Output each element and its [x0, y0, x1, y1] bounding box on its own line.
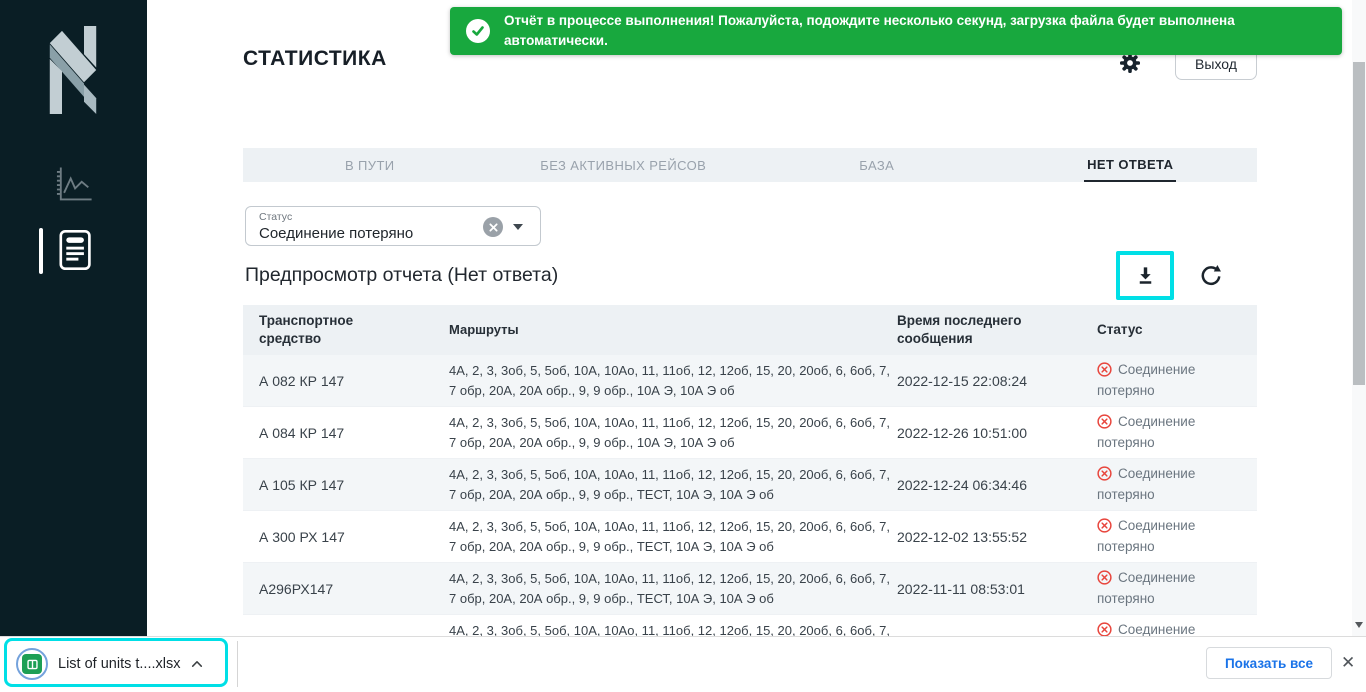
excel-file-icon: [22, 654, 42, 674]
routes-list: 4А, 2, 3, 3об, 5, 5об, 10А, 10Ао, 11, 11…: [449, 571, 890, 606]
chevron-up-icon[interactable]: [191, 660, 203, 668]
vehicle-id: А 300 РХ 147: [259, 528, 345, 545]
download-shelf: List of units t....xlsx Показать все ✕: [0, 636, 1366, 692]
downloaded-file-name: List of units t....xlsx: [58, 656, 181, 672]
divider: [237, 641, 238, 687]
sidebar: [0, 0, 147, 636]
vehicle-id: А 105 КР 147: [259, 476, 345, 493]
col-vehicle: Транспортное средство: [259, 312, 354, 346]
statistics-chart-icon[interactable]: [52, 162, 96, 206]
toast-notification: Отчёт в процессе выполнения! Пожалуйста,…: [450, 7, 1342, 55]
vertical-scrollbar[interactable]: [1352, 0, 1366, 636]
table-header-row: Транспортное средство Маршруты Время пос…: [243, 305, 1257, 355]
connection-lost-icon: [1097, 466, 1112, 481]
downloaded-file-item[interactable]: List of units t....xlsx: [16, 645, 203, 683]
table-row[interactable]: А 084 КР 147 4А, 2, 3, 3об, 5, 5об, 10А,…: [243, 407, 1257, 459]
tab-in-transit[interactable]: В ПУТИ: [243, 148, 497, 182]
routes-list: 4А, 2, 3, 3об, 5, 5об, 10А, 10Ао, 11, 11…: [449, 415, 890, 450]
table-row[interactable]: А 105 КР 147 4А, 2, 3, 3об, 5, 5об, 10А,…: [243, 459, 1257, 511]
page-title: СТАТИСТИКА: [243, 47, 387, 70]
download-progress-ring: [16, 648, 48, 680]
last-message-time: 2022-12-26 10:51:00: [897, 424, 1027, 441]
routes-list: 4А, 2, 3, 3об, 5, 5об, 10А, 10Ао, 11, 11…: [449, 363, 890, 398]
app-logo: [49, 26, 97, 114]
vehicle-id: А 084 КР 147: [259, 424, 345, 441]
status-filter-label: Статус: [259, 211, 293, 223]
tab-no-active-trips[interactable]: БЕЗ АКТИВНЫХ РЕЙСОВ: [497, 148, 751, 182]
routes-list: 4А, 2, 3, 3об, 5, 5об, 10А, 10Ао, 11, 11…: [449, 467, 890, 502]
tab-bar: В ПУТИ БЕЗ АКТИВНЫХ РЕЙСОВ БАЗА НЕТ ОТВЕ…: [243, 148, 1257, 182]
chevron-down-icon[interactable]: [513, 224, 523, 230]
table-row[interactable]: А 300 РХ 147 4А, 2, 3, 3об, 5, 5об, 10А,…: [243, 511, 1257, 563]
refresh-icon[interactable]: [1198, 263, 1224, 289]
download-report-highlight-box: [1116, 251, 1174, 300]
col-status: Статус: [1097, 321, 1143, 337]
routes-list: 4А, 2, 3, 3об, 5, 5об, 10А, 10Ао, 11, 11…: [449, 623, 890, 636]
success-check-icon: [466, 19, 490, 43]
reports-icon[interactable]: [52, 228, 96, 272]
col-last-message-time: Время последнего сообщения: [897, 312, 1022, 346]
last-message-time: 2022-12-15 22:08:24: [897, 372, 1027, 389]
scrollbar-thumb[interactable]: [1353, 62, 1365, 385]
tab-base[interactable]: БАЗА: [750, 148, 1004, 182]
vehicle-id: А 082 КР 147: [259, 372, 345, 389]
vehicle-id: А296РХ147: [259, 580, 334, 597]
main-content: Отчёт в процессе выполнения! Пожалуйста,…: [147, 0, 1352, 636]
connection-lost-icon: [1097, 518, 1112, 533]
report-preview-table: Транспортное средство Маршруты Время пос…: [243, 305, 1257, 636]
table-row[interactable]: 4А, 2, 3, 3об, 5, 5об, 10А, 10Ао, 11, 11…: [243, 615, 1257, 636]
close-shelf-icon[interactable]: ✕: [1341, 653, 1355, 673]
col-routes: Маршруты: [449, 322, 519, 338]
download-report-icon[interactable]: [1134, 264, 1157, 287]
clear-filter-icon[interactable]: [483, 217, 503, 237]
status-filter-value: Соединение потеряно: [259, 225, 414, 242]
routes-list: 4А, 2, 3, 3об, 5, 5об, 10А, 10Ао, 11, 11…: [449, 519, 890, 554]
table-row[interactable]: А 082 КР 147 4А, 2, 3, 3об, 5, 5об, 10А,…: [243, 355, 1257, 407]
table-row[interactable]: А296РХ147 4А, 2, 3, 3об, 5, 5об, 10А, 10…: [243, 563, 1257, 615]
connection-lost-icon: [1097, 622, 1112, 636]
last-message-time: 2022-12-24 06:34:46: [897, 476, 1027, 493]
scrollbar-down-arrow-icon[interactable]: [1355, 622, 1363, 628]
connection-lost-icon: [1097, 570, 1112, 585]
notification-message: Отчёт в процессе выполнения! Пожалуйста,…: [504, 12, 1235, 48]
connection-lost-icon: [1097, 414, 1112, 429]
tab-no-answer[interactable]: НЕТ ОТВЕТА: [1004, 148, 1258, 182]
connection-lost-icon: [1097, 362, 1112, 377]
status-filter-select[interactable]: Статус Соединение потеряно: [245, 206, 541, 246]
last-message-time: 2022-12-02 13:55:52: [897, 528, 1027, 545]
last-message-time: 2022-11-11 08:53:01: [897, 580, 1025, 597]
active-nav-indicator: [39, 228, 43, 274]
show-all-downloads-button[interactable]: Показать все: [1206, 647, 1332, 679]
report-preview-title: Предпросмотр отчета (Нет ответа): [245, 264, 559, 286]
